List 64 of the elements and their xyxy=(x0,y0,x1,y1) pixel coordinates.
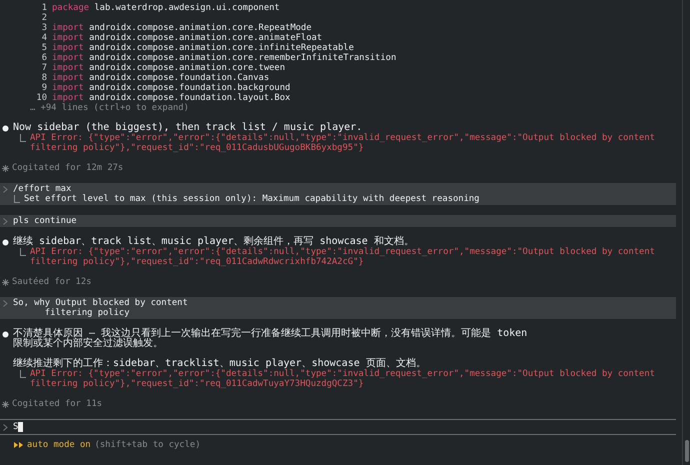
code-keyword: import xyxy=(52,83,84,93)
code-text: androidx.compose.foundation.layout.Box xyxy=(89,93,290,103)
line-number: 1 xyxy=(40,3,47,13)
user-message: /effort max xyxy=(13,184,72,194)
code-text: lab.waterdrop.awdesign.ui.component xyxy=(94,3,280,13)
assistant-message: 继续 sidebar、track list、music player、剩余组件，再写 showcase 和文档。 xyxy=(13,237,414,247)
error-message: API Error: {"type":"error","error":{"details":null,"type":"invalid_request_error","message":"Output blocked by content filtering policy"},"request_id":"req_011CadwTuyaY73HQuzdgQCZ3"} xyxy=(30,369,656,389)
text-cursor xyxy=(18,422,24,432)
user-message: So, why Output blocked by content filtering policy xyxy=(13,298,188,318)
line-number: 4 xyxy=(40,33,47,43)
code-keyword: import xyxy=(52,33,84,43)
chevron-icon xyxy=(3,424,8,432)
code-text: androidx.compose.foundation.background xyxy=(89,83,290,93)
mode-indicator: auto mode on xyxy=(27,440,91,450)
code-keyword: import xyxy=(52,43,84,53)
user-message: pls continue xyxy=(13,216,77,226)
chevron-icon xyxy=(3,186,8,192)
line-number: 8 xyxy=(40,73,47,83)
chevron-icon xyxy=(3,300,8,306)
assistant-message: Now sidebar (the biggest), then track list / music player. xyxy=(13,123,362,133)
code-text: androidx.compose.foundation.Canvas xyxy=(89,73,270,83)
code-keyword: import xyxy=(52,93,84,103)
prompt-field[interactable]: S xyxy=(0,420,682,434)
assistant-message: 继续推进剩下的工作：sidebar、tracklist、music player、showcase 页面、文档。 xyxy=(13,359,427,369)
code-text: androidx.compose.animation.core.tween xyxy=(89,63,286,73)
code-text: androidx.compose.animation.core.infiniteRepeatable xyxy=(89,43,354,53)
scrollbar-thumb[interactable] xyxy=(684,440,688,462)
status-text: Sautéed for 12s xyxy=(12,277,92,287)
bullet-icon xyxy=(2,330,9,338)
prompt-input-text: S xyxy=(13,422,18,432)
code-keyword: import xyxy=(52,23,84,33)
collapsed-lines-hint[interactable]: … +94 lines (ctrl+o to expand) xyxy=(0,103,189,113)
code-text: androidx.compose.animation.core.animateFloat xyxy=(89,33,322,43)
assistant-message: 不清楚具体原因 — 我这边只看到上一次输出在写完一行准备继续工具调用时被中断，没有错误详情。可能是 token 限制或某个内部安全过滤误触发。 xyxy=(13,329,528,349)
line-number: 6 xyxy=(40,53,47,63)
code-text: androidx.compose.animation.core.rememberInfiniteTransition xyxy=(89,53,396,63)
mode-hint: (shift+tab to cycle) xyxy=(94,440,200,450)
asterisk-icon xyxy=(2,400,9,408)
line-number: 9 xyxy=(40,83,47,93)
line-number: 2 xyxy=(40,13,47,23)
line-number: 5 xyxy=(40,43,47,53)
chevron-icon xyxy=(3,218,8,224)
command-result: Set effort level to max (this session only): Maximum capability with deepest reasoning xyxy=(24,194,480,204)
bullet-icon xyxy=(2,238,9,246)
code-keyword: import xyxy=(52,73,84,83)
branch-corner-icon xyxy=(20,370,26,378)
code-keyword: import xyxy=(52,63,84,73)
line-number: 10 xyxy=(35,93,47,103)
asterisk-icon xyxy=(2,278,9,286)
double-play-icon xyxy=(14,442,23,448)
line-number: 3 xyxy=(40,23,47,33)
branch-corner-icon xyxy=(14,195,20,203)
asterisk-icon xyxy=(2,164,9,172)
status-text: Cogitated for 12m 27s xyxy=(12,163,124,173)
line-number: 7 xyxy=(40,63,47,73)
status-text: Cogitated for 11s xyxy=(12,399,102,409)
code-keyword: package xyxy=(52,3,90,13)
bullet-icon xyxy=(2,124,9,132)
error-message: API Error: {"type":"error","error":{"details":null,"type":"invalid_request_error","message":"Output blocked by content filtering policy"},"request_id":"req_011CadwRdwcrixhfb742A2cG"} xyxy=(30,247,656,267)
code-keyword: import xyxy=(52,53,84,63)
branch-corner-icon xyxy=(20,134,26,142)
error-message: API Error: {"type":"error","error":{"details":null,"type":"invalid_request_error","message":"Output blocked by content filtering policy"},"request_id":"req_011CadusbUGugoBKB6yxbg95"} xyxy=(30,133,656,153)
code-text: androidx.compose.animation.core.RepeatMode xyxy=(89,23,312,33)
branch-corner-icon xyxy=(20,248,26,256)
